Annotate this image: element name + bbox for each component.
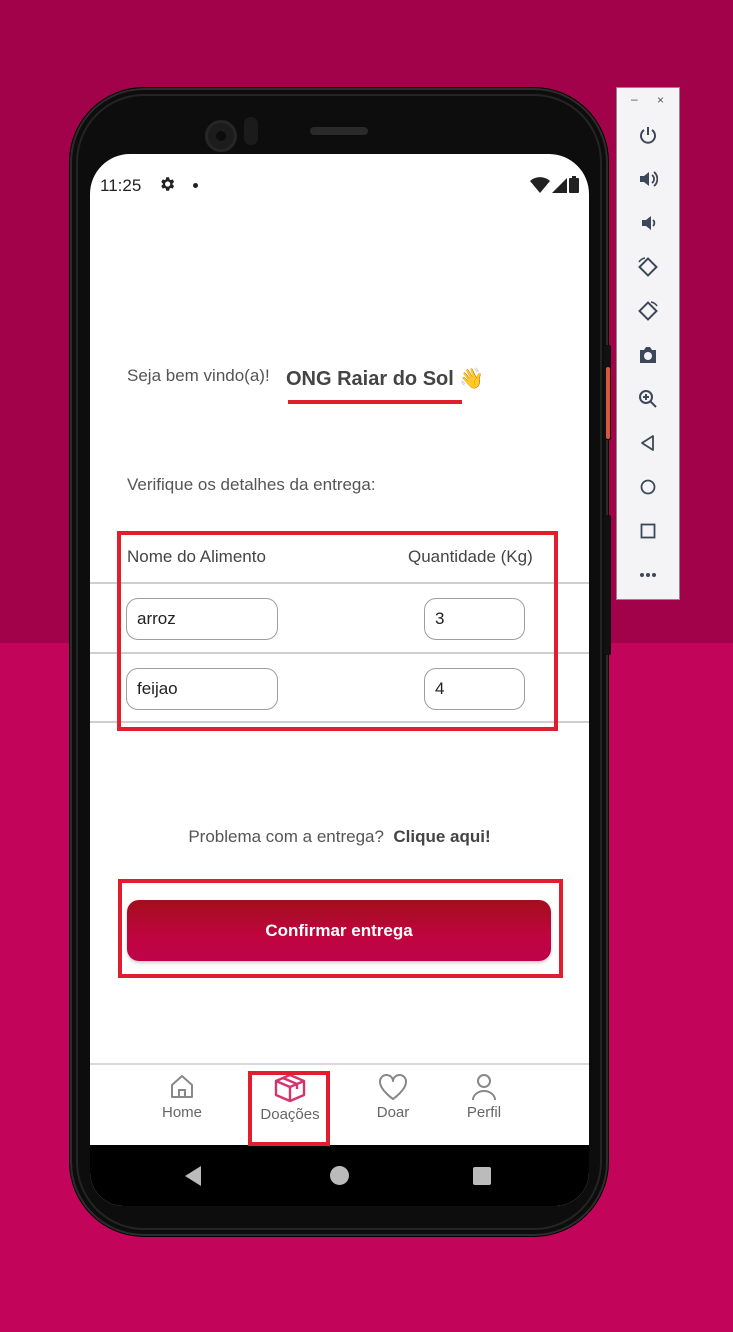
tab-home[interactable]: Home xyxy=(142,1072,222,1121)
power-side-button xyxy=(604,345,611,440)
problem-link[interactable]: Clique aqui! xyxy=(393,827,490,846)
org-name: ONG Raiar do Sol 👋 xyxy=(286,368,485,390)
rotate-left-icon[interactable] xyxy=(637,256,659,278)
volume-side-button xyxy=(604,515,611,655)
system-navigation-bar xyxy=(90,1145,589,1206)
settings-icon xyxy=(161,177,175,191)
power-icon[interactable] xyxy=(637,124,659,146)
tab-label: Doar xyxy=(376,1104,410,1121)
problem-text: Problema com a entrega? xyxy=(188,827,384,846)
volume-up-icon[interactable] xyxy=(637,168,659,190)
notification-dot xyxy=(193,183,198,188)
toolbar-window-controls: – × xyxy=(617,92,679,110)
tab-perfil[interactable]: Perfil xyxy=(444,1072,524,1121)
close-button[interactable]: × xyxy=(657,93,664,107)
highlight-box-confirm xyxy=(118,879,563,978)
earpiece-speaker xyxy=(310,127,368,135)
back-icon[interactable] xyxy=(637,432,659,454)
zoom-icon[interactable] xyxy=(637,388,659,410)
volume-down-icon[interactable] xyxy=(637,212,659,234)
home-icon[interactable] xyxy=(637,476,659,498)
front-camera xyxy=(205,120,237,152)
tab-label: Home xyxy=(161,1104,202,1121)
wifi-icon xyxy=(530,177,550,193)
tab-doar[interactable]: Doar xyxy=(353,1072,433,1121)
recents-icon[interactable] xyxy=(473,1167,491,1185)
emulator-toolbar: – × xyxy=(616,87,680,600)
delivery-subtitle: Verifique os detalhes da entrega: xyxy=(127,475,376,494)
bottom-nav-divider xyxy=(90,1063,589,1065)
sensor xyxy=(244,117,258,145)
battery-icon xyxy=(569,176,579,193)
back-icon[interactable] xyxy=(185,1166,201,1186)
rotate-right-icon[interactable] xyxy=(637,300,659,322)
problem-row: Problema com a entrega? Clique aqui! xyxy=(90,827,589,847)
home-icon xyxy=(171,1075,193,1098)
signal-icon xyxy=(552,178,567,193)
highlight-box-tab xyxy=(248,1071,330,1146)
highlight-underline xyxy=(288,400,462,404)
welcome-text: Seja bem vindo(a)! xyxy=(127,366,270,385)
more-icon[interactable] xyxy=(637,564,659,586)
status-bar: 11:25 xyxy=(90,154,589,214)
overview-icon[interactable] xyxy=(637,520,659,542)
status-icons xyxy=(530,176,579,193)
camera-icon[interactable] xyxy=(637,344,659,366)
heart-icon xyxy=(379,1074,407,1100)
minimize-button[interactable]: – xyxy=(631,92,638,106)
status-time: 11:25 xyxy=(100,176,142,195)
tab-label: Perfil xyxy=(466,1104,502,1121)
person-icon xyxy=(472,1074,496,1101)
home-circle-icon[interactable] xyxy=(330,1166,349,1185)
highlight-box-table xyxy=(117,531,558,731)
